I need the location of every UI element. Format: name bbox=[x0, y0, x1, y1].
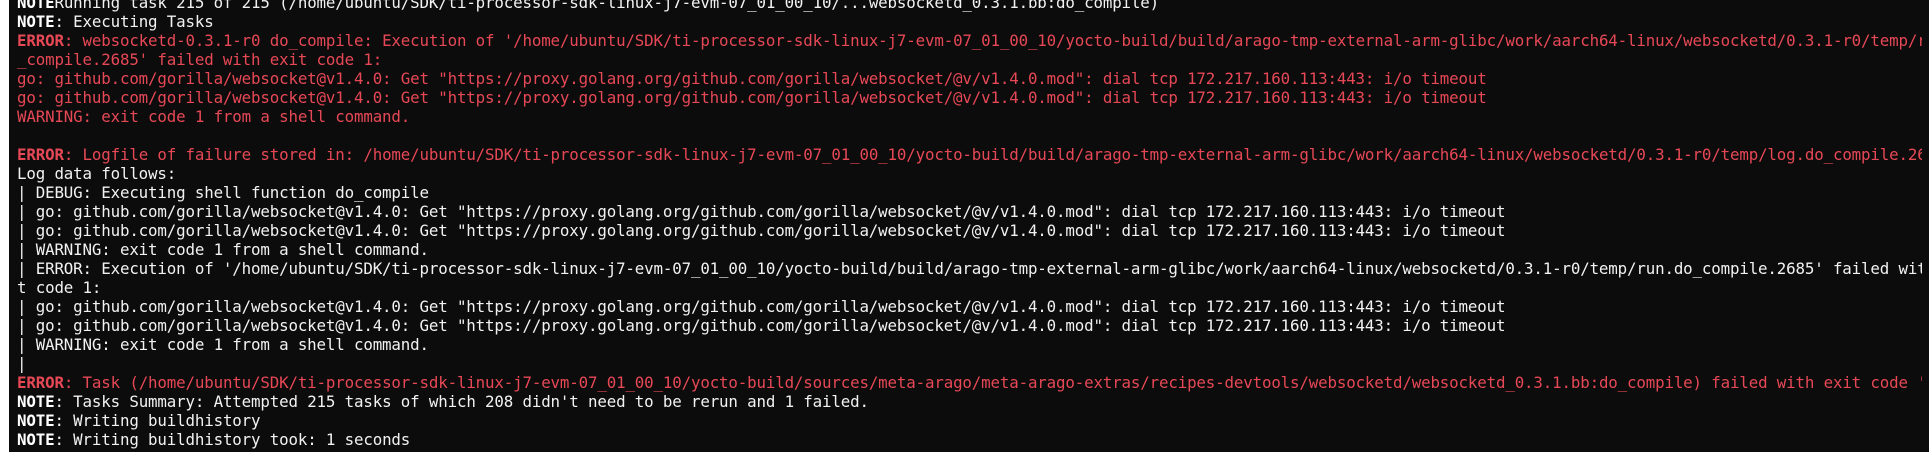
terminal-line: ERROR: Logfile of failure stored in: /ho… bbox=[17, 145, 1922, 164]
terminal-line: WARNING: exit code 1 from a shell comman… bbox=[17, 107, 1922, 126]
log-message: : Writing buildhistory took: 1 seconds bbox=[54, 430, 411, 449]
log-message: WARNING: exit code 1 from a shell comman… bbox=[17, 107, 411, 126]
log-level-tag: NOTE bbox=[17, 392, 55, 411]
terminal-line: t code 1: bbox=[17, 278, 1922, 297]
terminal-line: NOTE: Tasks Summary: Attempted 215 tasks… bbox=[17, 392, 1922, 411]
log-message: : Writing buildhistory bbox=[54, 411, 261, 430]
log-message: | go: github.com/gorilla/websocket@v1.4.… bbox=[17, 202, 1506, 221]
terminal-line: | ERROR: Execution of '/home/ubuntu/SDK/… bbox=[17, 259, 1922, 278]
terminal-line: NOTE: Writing buildhistory took: 1 secon… bbox=[17, 430, 1922, 449]
log-message: | go: github.com/gorilla/websocket@v1.4.… bbox=[17, 316, 1506, 335]
log-message: | WARNING: exit code 1 from a shell comm… bbox=[17, 335, 429, 354]
terminal-line: | go: github.com/gorilla/websocket@v1.4.… bbox=[17, 221, 1922, 240]
terminal-output: NOTERunning task 215 of 215 (/home/ubunt… bbox=[17, 0, 1922, 452]
terminal-line: go: github.com/gorilla/websocket@v1.4.0:… bbox=[17, 88, 1922, 107]
log-level-tag: ERROR bbox=[17, 145, 64, 164]
terminal-line: | go: github.com/gorilla/websocket@v1.4.… bbox=[17, 297, 1922, 316]
log-message: : websocketd-0.3.1-r0 do_compile: Execut… bbox=[63, 31, 1922, 50]
log-level-tag: NOTE bbox=[17, 12, 55, 31]
log-message: : Task (/home/ubuntu/SDK/ti-processor-sd… bbox=[63, 373, 1922, 392]
log-level-tag: ERROR bbox=[17, 373, 64, 392]
log-message: Log data follows: bbox=[17, 164, 177, 183]
terminal-line: | go: github.com/gorilla/websocket@v1.4.… bbox=[17, 316, 1922, 335]
log-message: go: github.com/gorilla/websocket@v1.4.0:… bbox=[17, 69, 1487, 88]
log-level-tag: NOTE bbox=[17, 0, 55, 12]
log-message: t code 1: bbox=[17, 278, 102, 297]
log-level-tag: ERROR bbox=[17, 31, 64, 50]
log-message: go: github.com/gorilla/websocket@v1.4.0:… bbox=[17, 88, 1487, 107]
terminal-line: | bbox=[17, 354, 1922, 373]
log-message: | go: github.com/gorilla/websocket@v1.4.… bbox=[17, 221, 1506, 240]
terminal-line: _compile.2685' failed with exit code 1: bbox=[17, 50, 1922, 69]
log-message: | WARNING: exit code 1 from a shell comm… bbox=[17, 240, 429, 259]
terminal-line: NOTE: Writing buildhistory bbox=[17, 411, 1922, 430]
log-message: | bbox=[17, 354, 27, 373]
terminal-line: Log data follows: bbox=[17, 164, 1922, 183]
terminal-line: | DEBUG: Executing shell function do_com… bbox=[17, 183, 1922, 202]
log-message: _compile.2685' failed with exit code 1: bbox=[17, 50, 383, 69]
terminal-line: NOTERunning task 215 of 215 (/home/ubunt… bbox=[17, 0, 1922, 12]
log-level-tag: NOTE bbox=[17, 411, 55, 430]
terminal-line: go: github.com/gorilla/websocket@v1.4.0:… bbox=[17, 69, 1922, 88]
terminal-line: ERROR: websocketd-0.3.1-r0 do_compile: E… bbox=[17, 31, 1922, 50]
log-message: | DEBUG: Executing shell function do_com… bbox=[17, 183, 429, 202]
terminal-window[interactable]: NOTERunning task 215 of 215 (/home/ubunt… bbox=[9, 0, 1929, 452]
log-message: | go: github.com/gorilla/websocket@v1.4.… bbox=[17, 297, 1506, 316]
log-message: : Tasks Summary: Attempted 215 tasks of … bbox=[54, 392, 869, 411]
log-message: : Executing Tasks bbox=[54, 12, 214, 31]
terminal-line: ERROR: Task (/home/ubuntu/SDK/ti-process… bbox=[17, 373, 1922, 392]
terminal-line: | WARNING: exit code 1 from a shell comm… bbox=[17, 335, 1922, 354]
terminal-line: | WARNING: exit code 1 from a shell comm… bbox=[17, 240, 1922, 259]
terminal-line: NOTE: Executing Tasks bbox=[17, 12, 1922, 31]
log-message: : Logfile of failure stored in: /home/ub… bbox=[63, 145, 1922, 164]
log-level-tag: NOTE bbox=[17, 430, 55, 449]
terminal-line: | go: github.com/gorilla/websocket@v1.4.… bbox=[17, 202, 1922, 221]
log-message: Running task 215 of 215 (/home/ubuntu/SD… bbox=[54, 0, 1159, 12]
log-message: | ERROR: Execution of '/home/ubuntu/SDK/… bbox=[17, 259, 1922, 278]
